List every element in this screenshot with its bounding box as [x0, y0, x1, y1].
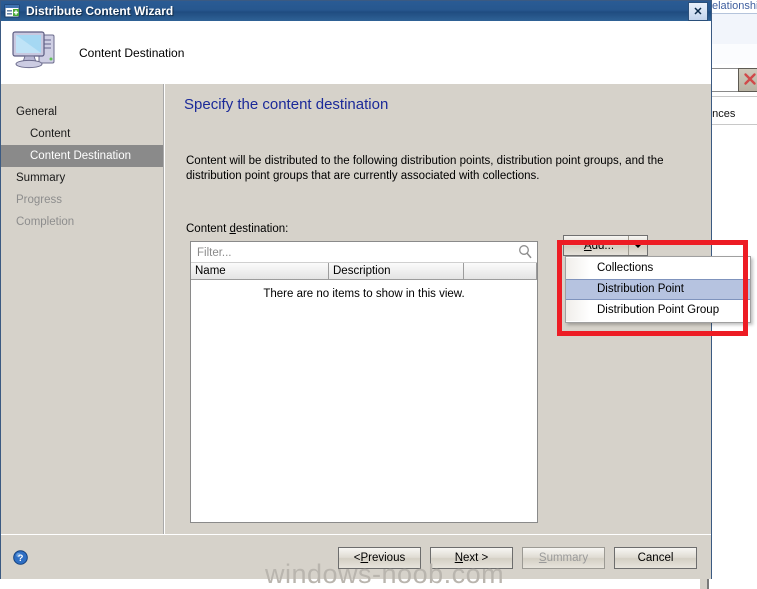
list-column-header: Name Description: [191, 263, 537, 280]
page-title: Specify the content destination: [184, 96, 389, 113]
column-header-filler: [464, 263, 537, 280]
label-part-pre: Content: [186, 223, 230, 235]
summary-accel: S: [538, 552, 547, 564]
sidebar-item-summary[interactable]: Summary: [1, 167, 163, 189]
search-icon[interactable]: [518, 244, 532, 264]
menu-item-distribution-point[interactable]: Distribution Point: [566, 279, 750, 300]
computer-icon: [10, 25, 62, 73]
watermark-text: windows-noob.com: [265, 559, 505, 589]
add-button-label: Add...: [564, 240, 628, 252]
header-title: Content Destination: [79, 46, 185, 60]
sidebar-item-content-destination[interactable]: Content Destination: [1, 145, 163, 167]
search-input[interactable]: [195, 244, 499, 261]
wizard-content-pane: Specify the content destination Content …: [164, 84, 751, 534]
destination-list-panel: Name Description There are no items to s…: [190, 241, 538, 523]
label-part-post: estination:: [235, 223, 289, 235]
chevron-down-icon[interactable]: [628, 236, 647, 255]
cancel-post: Cancel: [637, 552, 674, 564]
svg-text:?: ?: [18, 553, 24, 564]
column-header-name[interactable]: Name: [191, 263, 329, 280]
empty-list-message: There are no items to show in this view.: [263, 288, 465, 300]
sidebar-item-completion: Completion: [16, 216, 75, 228]
content-destination-label: Content destination:: [186, 223, 288, 235]
dialog-header: Content Destination: [1, 21, 711, 84]
screen-root: elationship ences: [0, 0, 757, 589]
red-x-delete-icon[interactable]: [738, 68, 757, 92]
menu-item-distribution-point-group[interactable]: Distribution Point Group: [566, 300, 750, 321]
add-dropdown-menu: Collections Distribution Point Distribut…: [565, 256, 751, 323]
background-label: ences: [706, 108, 736, 120]
help-question-icon[interactable]: ?: [13, 550, 28, 565]
background-panel-lower: [707, 44, 757, 64]
add-label-accelerator: A: [583, 239, 592, 252]
sidebar-item-progress: Progress: [16, 194, 63, 206]
page-description: Content will be distributed to the follo…: [186, 155, 664, 182]
wizard-step-sidebar: General Content Content Destination Summ…: [1, 84, 164, 534]
background-panel-upper: [707, 13, 757, 45]
dialog-titlebar[interactable]: Distribute Content Wizard ✕: [1, 1, 711, 21]
cancel-button[interactable]: Cancel: [614, 547, 697, 569]
menu-item-collections[interactable]: Collections: [566, 258, 750, 279]
background-tab-label: elationship: [712, 0, 757, 12]
filter-bar: [191, 242, 537, 263]
add-button[interactable]: Add...: [563, 235, 648, 256]
sidebar-item-content[interactable]: Content: [1, 123, 163, 145]
column-header-description[interactable]: Description: [329, 263, 464, 280]
add-label-post: dd...: [591, 239, 615, 252]
sidebar-item-general[interactable]: General: [1, 101, 163, 123]
dialog-body: General Content Content Destination Summ…: [1, 84, 751, 534]
distribute-content-wizard-dialog: Distribute Content Wizard ✕ Content Dest…: [0, 0, 751, 579]
summary-post: ummary: [546, 552, 589, 564]
summary-button: Summary: [522, 547, 605, 569]
window-plus-icon: [4, 3, 20, 19]
dialog-title: Distribute Content Wizard: [26, 4, 174, 18]
close-icon[interactable]: ✕: [688, 2, 708, 21]
